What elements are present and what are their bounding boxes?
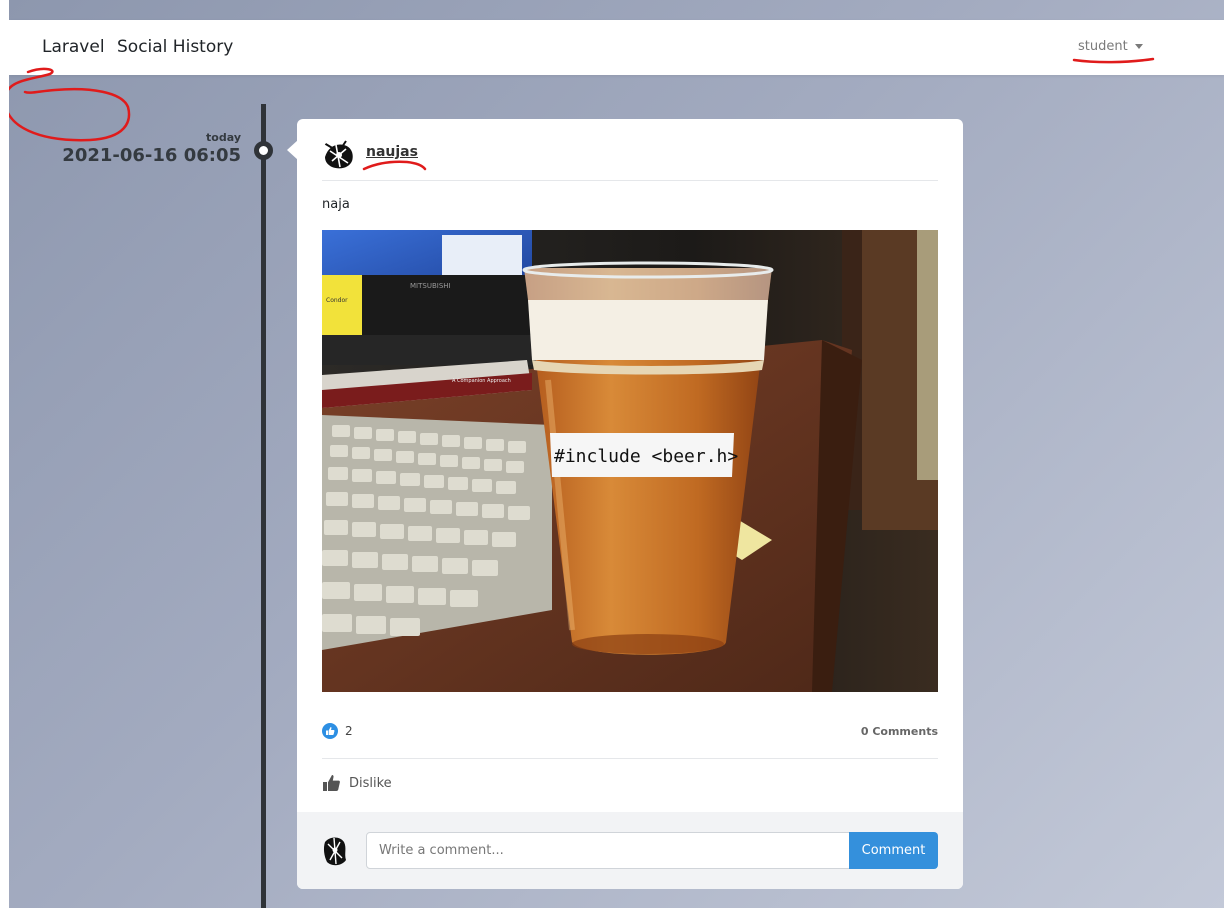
timeline-date: 2021-06-16 06:05 [62,145,241,166]
post-image[interactable]: MITSUBISHI Condor A Companion Approach #… [322,230,938,692]
dislike-button-label: Dislike [349,775,392,791]
commenter-avatar [322,834,348,868]
comment-input[interactable] [366,832,850,869]
comment-bar: Comment [297,812,963,889]
beer-photo: MITSUBISHI Condor A Companion Approach #… [322,230,938,692]
user-dropdown[interactable]: student [1078,39,1143,54]
author-avatar[interactable] [322,137,356,171]
thumbs-up-icon [322,723,338,739]
navbar-brand[interactable]: Laravel [42,37,105,57]
like-count[interactable]: 2 [322,723,353,739]
avatar-image [323,837,346,866]
post-body-text: naja [322,197,350,212]
thumbs-up-icon [323,775,340,791]
monitor-brand-text: MITSUBISHI [410,282,451,290]
post-header: naujas [322,137,938,181]
chevron-down-icon [1134,44,1143,49]
timeline-marker [254,141,273,160]
comment-button[interactable]: Comment [849,832,938,869]
dislike-button[interactable]: Dislike [322,774,392,792]
avatar-image [322,137,356,171]
timeline-relative-time: today [206,131,241,144]
book-title-text: A Companion Approach [452,378,511,384]
sticky-note-text: Condor [326,297,348,304]
user-dropdown-label: student [1078,39,1128,54]
comments-count[interactable]: 0 Comments [861,725,938,738]
page-background: Laravel Social History student today 202… [9,0,1224,908]
like-count-value: 2 [345,724,353,738]
post-author-link[interactable]: naujas [366,144,418,160]
nav-link-social-history[interactable]: Social History [117,37,233,57]
post-card: naujas naja MITSUBISHI Condor A Companio… [297,119,963,889]
post-stats: 2 0 Comments [322,719,938,759]
navbar: Laravel Social History student [9,20,1224,75]
timeline-line [261,104,266,908]
glass-label-text: #include <beer.h> [554,446,738,467]
